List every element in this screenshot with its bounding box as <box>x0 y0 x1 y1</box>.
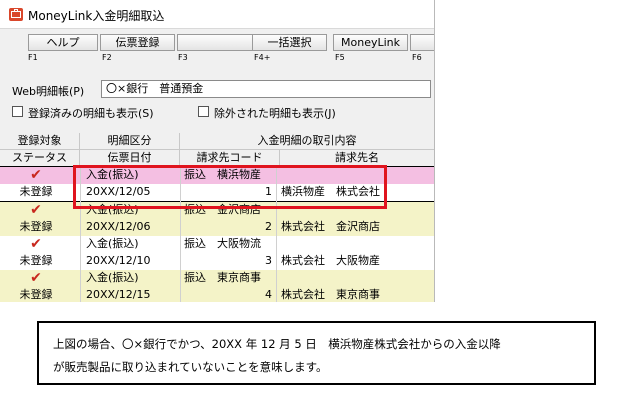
check-icon[interactable]: ✔ <box>0 167 72 184</box>
grid-header-top: 登録対象 明細区分 入金明細の取引内容 <box>0 133 434 150</box>
fkey-label: F6 <box>412 53 422 62</box>
show-registered-checkbox[interactable] <box>12 106 23 117</box>
fkey-label: F1 <box>28 53 38 62</box>
function-toolbar: ヘルプ F1 伝票登録 F2 F3 一括選択 F4+ MoneyLink F5 … <box>0 34 434 64</box>
slip-date-cell: 20XX/12/06 <box>86 220 151 233</box>
table-row[interactable]: 未登録 20XX/12/15 4 株式会社 東京商事 <box>0 287 434 302</box>
header-billing-code[interactable]: 請求先コード <box>180 150 280 166</box>
slip-register-button[interactable]: 伝票登録 <box>100 34 175 51</box>
table-row[interactable]: 未登録 20XX/12/06 2 株式会社 金沢商店 <box>0 219 434 236</box>
detail-type-cell: 入金(振込) <box>86 237 139 250</box>
billing-code-cell: 4 <box>265 288 272 301</box>
status-cell: 未登録 <box>19 185 53 198</box>
window-title: MoneyLink入金明細取込 <box>28 9 165 23</box>
check-icon[interactable]: ✔ <box>0 236 72 253</box>
web-statement-label: Web明細帳(P) <box>12 85 85 98</box>
moneylink-button[interactable]: MoneyLink <box>333 34 408 51</box>
check-icon[interactable]: ✔ <box>0 202 72 219</box>
table-row[interactable]: 未登録 20XX/12/10 3 株式会社 大阪物産 <box>0 253 434 270</box>
select-all-button[interactable]: 一括選択 <box>252 34 327 51</box>
detail-type-cell: 入金(振込) <box>86 271 139 284</box>
title-bar: MoneyLink入金明細取込 <box>0 0 434 29</box>
web-statement-row: Web明細帳(P) 〇×銀行 普通預金 <box>0 80 434 100</box>
transaction-desc-cell: 振込 大阪物流 <box>184 237 261 250</box>
check-icon[interactable]: ✔ <box>0 270 72 287</box>
billing-code-cell: 2 <box>265 220 272 233</box>
note-line-2: が販売製品に取り込まれていないことを意味します。 <box>53 360 328 374</box>
fkey-label: F2 <box>102 53 112 62</box>
transaction-desc-cell: 振込 東京商事 <box>184 271 261 284</box>
table-row[interactable]: ✔ 入金(振込) 振込 東京商事 <box>0 270 434 287</box>
show-registered-label[interactable]: 登録済みの明細も表示(S) <box>28 105 154 121</box>
billing-name-cell: 株式会社 金沢商店 <box>281 220 380 233</box>
explanation-note: 上図の場合、〇×銀行でかつ、20XX 年 12 月 5 日 横浜物産株式会社から… <box>37 321 596 385</box>
header-billing-name[interactable]: 請求先名 <box>280 150 434 166</box>
note-line-1: 上図の場合、〇×銀行でかつ、20XX 年 12 月 5 日 横浜物産株式会社から… <box>53 337 501 351</box>
document-icon <box>9 8 23 21</box>
status-cell: 未登録 <box>19 288 53 301</box>
header-detail-type[interactable]: 明細区分 <box>80 133 180 149</box>
web-statement-select[interactable]: 〇×銀行 普通預金 <box>101 80 431 98</box>
status-cell: 未登録 <box>19 220 53 233</box>
table-row[interactable]: ✔ 入金(振込) 振込 大阪物流 <box>0 236 434 253</box>
billing-name-cell: 株式会社 大阪物産 <box>281 254 380 267</box>
status-cell: 未登録 <box>19 254 53 267</box>
billing-name-cell: 株式会社 東京商事 <box>281 288 380 301</box>
moneylink-window: MoneyLink入金明細取込 ヘルプ F1 伝票登録 F2 F3 一括選択 F… <box>0 0 435 302</box>
fkey-label: F4+ <box>254 53 271 62</box>
fkey-label: F5 <box>335 53 345 62</box>
show-excluded-label[interactable]: 除外された明細も表示(J) <box>214 105 336 121</box>
selected-row-highlight <box>73 165 387 209</box>
options-row: 登録済みの明細も表示(S) 除外された明細も表示(J) <box>0 104 434 120</box>
show-excluded-checkbox[interactable] <box>198 106 209 117</box>
slip-date-cell: 20XX/12/15 <box>86 288 151 301</box>
header-slip-date[interactable]: 伝票日付 <box>80 150 180 166</box>
fkey-label: F3 <box>178 53 188 62</box>
f3-button[interactable] <box>177 34 257 51</box>
header-transaction-content[interactable]: 入金明細の取引内容 <box>180 133 434 149</box>
slip-date-cell: 20XX/12/10 <box>86 254 151 267</box>
help-button[interactable]: ヘルプ <box>28 34 98 51</box>
header-status[interactable]: ステータス <box>0 150 80 166</box>
header-registration-target[interactable]: 登録対象 <box>0 133 80 149</box>
billing-code-cell: 3 <box>265 254 272 267</box>
f6-button[interactable] <box>410 34 434 51</box>
